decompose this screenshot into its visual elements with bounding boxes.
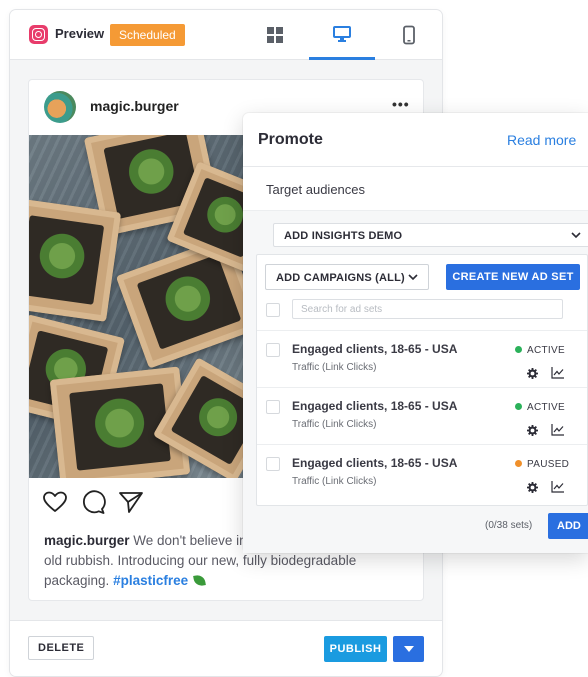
- status-label: PAUSED: [527, 459, 570, 470]
- status-badge: ACTIVE: [515, 345, 565, 356]
- preview-title: Preview: [55, 26, 105, 41]
- publish-button[interactable]: PUBLISH: [324, 636, 387, 662]
- ad-set-name: Engaged clients, 18-65 - USA: [292, 456, 458, 470]
- ad-set-objective: Traffic (Link Clicks): [292, 419, 377, 430]
- read-more-link[interactable]: Read more: [507, 132, 576, 148]
- chevron-down-icon: [571, 232, 581, 239]
- status-label: ACTIVE: [527, 402, 565, 413]
- gear-icon[interactable]: [527, 482, 538, 493]
- promote-header: Promote Read more: [243, 113, 588, 167]
- hashtag-link[interactable]: #plasticfree: [113, 573, 188, 588]
- chevron-down-icon: [408, 274, 418, 281]
- heart-icon[interactable]: [42, 490, 68, 514]
- status-badge: Scheduled: [110, 24, 185, 46]
- publish-options-button[interactable]: [393, 636, 424, 662]
- promote-title: Promote: [258, 131, 323, 148]
- desktop-view-button[interactable]: [309, 10, 375, 60]
- ad-set-objective: Traffic (Link Clicks): [292, 362, 377, 373]
- insights-select-label: ADD INSIGHTS DEMO: [284, 230, 403, 242]
- ad-set-checkbox[interactable]: [266, 343, 280, 357]
- desktop-view-icon: [333, 25, 351, 42]
- post-actions: [42, 489, 162, 515]
- campaigns-select[interactable]: ADD CAMPAIGNS (ALL): [265, 264, 429, 290]
- add-button[interactable]: ADD: [548, 513, 588, 539]
- mobile-view-icon: [403, 25, 415, 45]
- insights-select[interactable]: ADD INSIGHTS DEMO: [273, 223, 588, 247]
- preview-header: Preview Scheduled: [10, 10, 442, 60]
- status-dot-icon: [515, 403, 522, 410]
- caption-username[interactable]: magic.burger: [44, 533, 130, 548]
- analytics-icon[interactable]: [551, 367, 564, 379]
- list-item: Engaged clients, 18-65 - USA Traffic (Li…: [257, 444, 587, 501]
- create-ad-set-button[interactable]: CREATE NEW AD SET: [446, 264, 580, 290]
- gear-icon[interactable]: [527, 425, 538, 436]
- promote-panel: Promote Read more Target audiences ADD I…: [243, 113, 588, 553]
- post-username[interactable]: magic.burger: [90, 98, 179, 114]
- ad-set-checkbox[interactable]: [266, 457, 280, 471]
- preview-footer: DELETE PUBLISH: [10, 620, 442, 676]
- target-audiences-row[interactable]: Target audiences: [243, 167, 588, 211]
- instagram-icon: [29, 25, 48, 44]
- avatar[interactable]: [44, 91, 76, 123]
- status-dot-icon: [515, 460, 522, 467]
- caret-down-icon: [403, 646, 414, 652]
- share-icon[interactable]: [118, 490, 144, 514]
- status-dot-icon: [515, 346, 522, 353]
- promote-body: ADD INSIGHTS DEMO ADD CAMPAIGNS (ALL) CR…: [243, 211, 588, 553]
- analytics-icon[interactable]: [551, 481, 564, 493]
- ad-set-checkbox[interactable]: [266, 400, 280, 414]
- mobile-view-button[interactable]: [376, 10, 442, 60]
- gear-icon[interactable]: [527, 368, 538, 379]
- search-ad-sets-input[interactable]: [292, 299, 563, 319]
- leaf-icon: [193, 574, 206, 587]
- delete-button[interactable]: DELETE: [28, 636, 95, 660]
- grid-view-button[interactable]: [242, 10, 308, 60]
- target-audiences-label: Target audiences: [266, 182, 366, 197]
- ad-set-name: Engaged clients, 18-65 - USA: [292, 342, 458, 356]
- analytics-icon[interactable]: [551, 424, 564, 436]
- ad-set-name: Engaged clients, 18-65 - USA: [292, 399, 458, 413]
- grid-view-icon: [267, 27, 283, 43]
- select-all-checkbox[interactable]: [266, 303, 280, 317]
- ad-set-objective: Traffic (Link Clicks): [292, 476, 377, 487]
- ad-sets-box: ADD CAMPAIGNS (ALL) CREATE NEW AD SET En…: [256, 254, 588, 506]
- sets-count: (0/38 sets): [485, 520, 533, 531]
- campaigns-select-label: ADD CAMPAIGNS (ALL): [276, 272, 405, 284]
- comment-icon[interactable]: [80, 489, 106, 515]
- status-badge: PAUSED: [515, 459, 569, 470]
- status-badge: ACTIVE: [515, 402, 565, 413]
- list-item: Engaged clients, 18-65 - USA Traffic (Li…: [257, 387, 587, 444]
- list-item: Engaged clients, 18-65 - USA Traffic (Li…: [257, 330, 587, 387]
- status-label: ACTIVE: [527, 345, 565, 356]
- more-options-icon[interactable]: •••: [392, 96, 410, 112]
